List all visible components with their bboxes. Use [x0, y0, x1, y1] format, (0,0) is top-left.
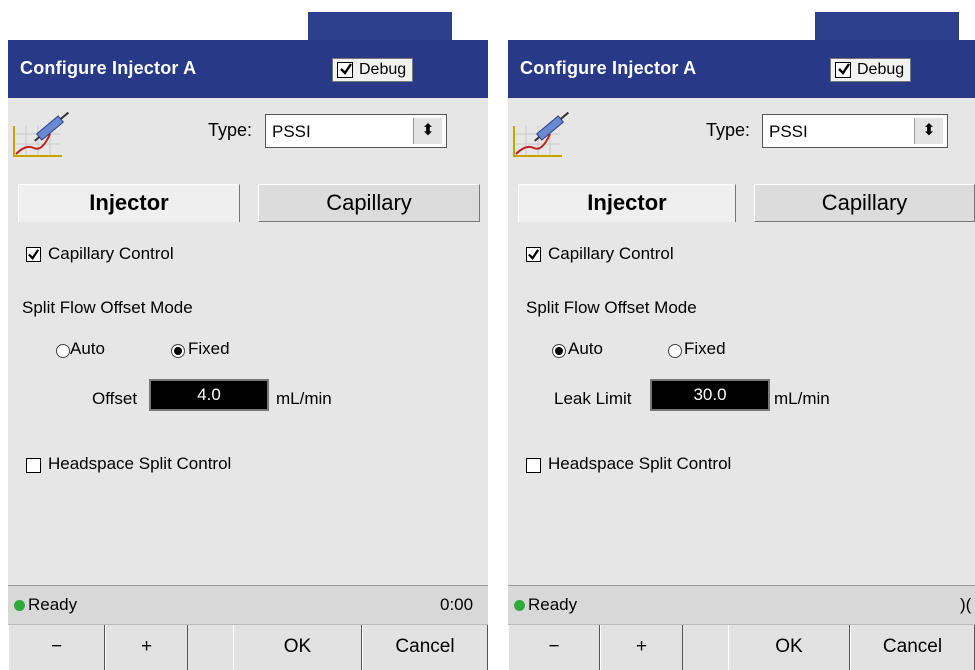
tab-capillary-label: Capillary — [821, 190, 908, 215]
window-title: Configure Injector A — [520, 58, 697, 78]
ok-button[interactable]: OK — [233, 625, 362, 670]
type-label: Type: — [706, 120, 751, 140]
capillary-control-label: Capillary Control — [548, 244, 674, 263]
ok-button[interactable]: OK — [728, 625, 850, 670]
title-bar: Configure Injector A Debug — [508, 40, 975, 98]
debug-label: Debug — [857, 61, 905, 78]
chart-syringe-icon — [513, 111, 570, 157]
status-bar: Ready )( — [508, 585, 975, 624]
type-select[interactable]: PSSI ⬍ — [762, 114, 948, 148]
select-arrows-icon[interactable]: ⬍ — [413, 118, 442, 144]
tab-injector-label: Injector — [89, 190, 169, 215]
tab-injector-label: Injector — [587, 190, 667, 215]
offset-label: Offset — [92, 389, 138, 408]
checkmark-icon — [838, 63, 850, 75]
capillary-control-checkbox[interactable] — [526, 247, 541, 262]
radio-auto-label: Auto — [70, 339, 105, 358]
leak-limit-label: Leak Limit — [554, 389, 632, 408]
headspace-split-label: Headspace Split Control — [48, 454, 232, 473]
plus-button[interactable]: + — [600, 625, 683, 670]
headspace-split-checkbox[interactable] — [26, 458, 41, 473]
debug-checkbox-box[interactable] — [835, 62, 851, 78]
type-select-value: PSSI — [272, 122, 311, 141]
status-bar: Ready 0:00 — [8, 585, 488, 624]
type-select-value: PSSI — [769, 122, 808, 141]
button-bar: − + OK Cancel — [508, 624, 975, 670]
offset-unit: mL/min — [276, 389, 332, 408]
minus-button[interactable]: − — [8, 625, 105, 670]
headspace-split-label: Headspace Split Control — [548, 454, 732, 473]
split-mode-label: Split Flow Offset Mode — [526, 298, 697, 317]
tab-injector[interactable]: Injector — [18, 184, 240, 222]
radio-fixed[interactable] — [668, 344, 682, 358]
offset-input[interactable]: 4.0 — [149, 379, 269, 411]
checkmark-icon — [528, 249, 540, 260]
chart-syringe-icon — [13, 111, 70, 157]
debug-checkbox[interactable]: Debug — [830, 58, 912, 82]
radio-fixed[interactable] — [171, 344, 185, 358]
checkmark-icon — [28, 249, 40, 260]
button-bar: − + OK Cancel — [8, 624, 488, 670]
type-select[interactable]: PSSI ⬍ — [265, 114, 447, 148]
configure-injector-panel-right: Configure Injector A Debug Type: PSSI ⬍ … — [508, 40, 975, 670]
status-text: Ready — [28, 595, 78, 614]
radio-auto[interactable] — [552, 344, 566, 358]
headspace-split-checkbox[interactable] — [526, 458, 541, 473]
split-mode-label: Split Flow Offset Mode — [22, 298, 193, 317]
select-arrows-icon[interactable]: ⬍ — [914, 118, 943, 144]
radio-fixed-label: Fixed — [188, 339, 230, 358]
radio-auto[interactable] — [56, 344, 70, 358]
debug-checkbox-box[interactable] — [337, 62, 353, 78]
debug-checkbox[interactable]: Debug — [332, 58, 414, 82]
checkmark-icon — [340, 63, 352, 75]
minus-button[interactable]: − — [508, 625, 600, 670]
title-bar: Configure Injector A Debug — [8, 40, 488, 98]
leak-limit-input[interactable]: 30.0 — [650, 379, 770, 411]
cancel-button[interactable]: Cancel — [362, 625, 488, 670]
status-led-icon — [514, 600, 525, 611]
type-label: Type: — [208, 120, 253, 140]
radio-fixed-label: Fixed — [684, 339, 726, 358]
plus-button[interactable]: + — [105, 625, 188, 670]
tab-injector[interactable]: Injector — [518, 184, 736, 222]
debug-label: Debug — [359, 61, 407, 78]
configure-injector-panel-left: Configure Injector A Debug Type: PSSI ⬍ … — [8, 40, 488, 670]
cancel-button[interactable]: Cancel — [850, 625, 975, 670]
status-time: )( — [960, 595, 972, 614]
leak-limit-unit: mL/min — [774, 389, 830, 408]
tab-capillary-label: Capillary — [326, 190, 412, 215]
status-text: Ready — [528, 595, 578, 614]
radio-auto-label: Auto — [568, 339, 603, 358]
status-led-icon — [14, 600, 25, 611]
capillary-control-checkbox[interactable] — [26, 247, 41, 262]
window-title: Configure Injector A — [20, 58, 197, 78]
tab-capillary[interactable]: Capillary — [258, 184, 480, 222]
tab-capillary[interactable]: Capillary — [754, 184, 975, 222]
status-time: 0:00 — [440, 595, 474, 614]
capillary-control-label: Capillary Control — [48, 244, 174, 263]
